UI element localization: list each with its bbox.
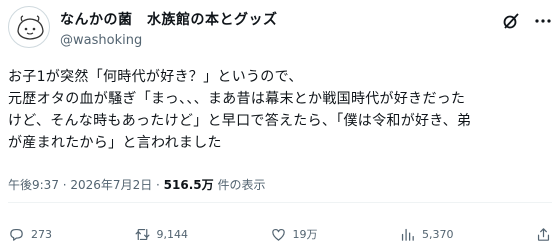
views-count: 516.5万	[163, 178, 214, 192]
more-icon[interactable]	[534, 12, 552, 30]
avatar[interactable]	[8, 6, 50, 48]
tweet-text-line: お子1が突然「何時代が好き？」というので、	[8, 69, 303, 85]
reply-icon	[10, 228, 23, 241]
share-icon	[537, 227, 550, 241]
repost-button[interactable]: 9,144	[134, 226, 189, 243]
views-label: 件の表示	[213, 178, 266, 192]
header-actions	[502, 12, 552, 30]
timestamp[interactable]: 午後9:37 · 2026年7月2日 ·	[8, 178, 164, 192]
repost-icon	[135, 228, 149, 240]
tweet-header: なんかの菌 水族館の本とグッズ @washoking	[8, 6, 552, 52]
action-bar: 273 9,144 19万 5,370	[8, 222, 552, 246]
grok-icon[interactable]	[502, 12, 520, 30]
views-button[interactable]: 5,370	[399, 226, 454, 243]
reply-count: 273	[31, 227, 52, 241]
views-action-count: 5,370	[422, 227, 454, 241]
repost-count: 9,144	[156, 227, 189, 241]
tweet-text: お子1が突然「何時代が好き？」というので、 元歴オタの血が騒ぎ「まっ、、、まあ昔…	[8, 66, 554, 154]
tweet-meta: 午後9:37 · 2026年7月2日 · 516.5万 件の表示	[8, 176, 265, 193]
avatar-illustration	[17, 15, 44, 40]
like-count: 19万	[292, 228, 318, 241]
user-handle[interactable]: @washoking	[60, 33, 278, 48]
reply-button[interactable]: 273	[8, 226, 52, 243]
tweet-text-line: けど、そんな時もあったけど」と早口で答えたら、「僕は令和が好き、弟	[8, 113, 472, 129]
tweet-text-line: が産まれたから」と言われました	[8, 135, 222, 151]
divider	[8, 202, 552, 203]
user-names: なんかの菌 水族館の本とグッズ @washoking	[60, 9, 278, 48]
views-icon	[401, 228, 414, 241]
tweet-text-line: 元歴オタの血が騒ぎ「まっ、、、まあ昔は幕末とか戦国時代が好きだった	[8, 91, 466, 107]
like-icon	[271, 228, 285, 241]
like-button[interactable]: 19万	[270, 226, 318, 243]
share-button[interactable]	[535, 226, 552, 243]
display-name[interactable]: なんかの菌 水族館の本とグッズ	[60, 9, 278, 29]
